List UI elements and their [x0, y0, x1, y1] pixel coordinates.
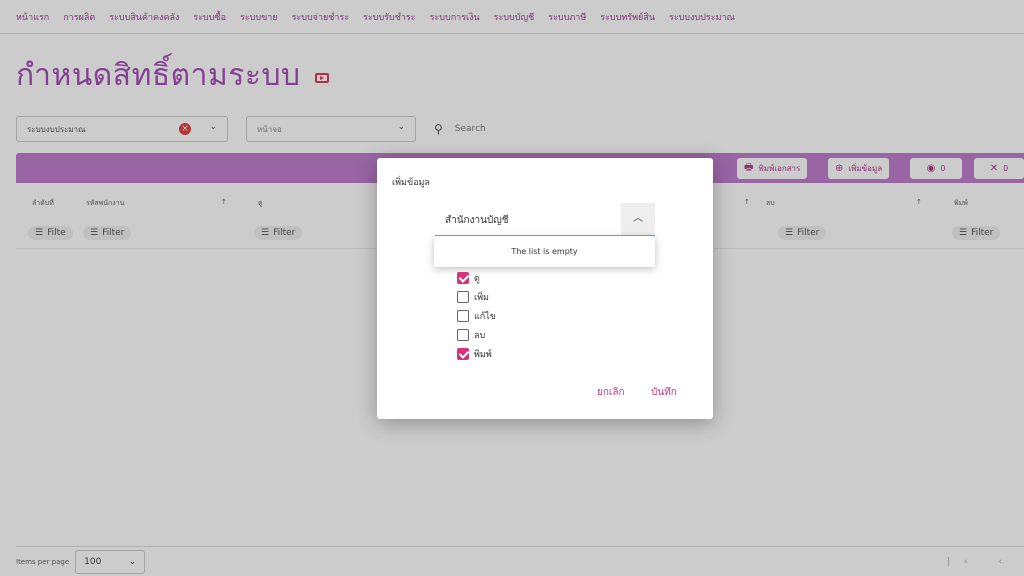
checkbox-label: พิมพ์ — [474, 349, 492, 360]
checkbox-checked-icon[interactable] — [457, 347, 469, 360]
checkbox-delete[interactable]: ลบ — [457, 325, 496, 344]
permission-checkboxes: ดู เพิ่ม แก้ไข ลบ พิมพ์ — [457, 268, 496, 363]
checkbox-label: ลบ — [474, 330, 486, 341]
combobox-input[interactable]: สำนักงานบัญชี — [445, 213, 509, 228]
chevron-up-icon[interactable]: ︿ — [621, 203, 655, 235]
checkbox-unchecked-icon[interactable] — [457, 309, 469, 322]
checkbox-unchecked-icon[interactable] — [457, 328, 469, 341]
checkbox-checked-icon[interactable] — [457, 271, 469, 284]
checkbox-add[interactable]: เพิ่ม — [457, 287, 496, 306]
cancel-button[interactable]: ยกเลิก — [597, 385, 625, 400]
department-combobox[interactable]: สำนักงานบัญชี ︿ — [435, 203, 655, 237]
add-dialog: เพิ่มข้อมูล สำนักงานบัญชี ︿ The list is … — [377, 158, 713, 419]
checkbox-print[interactable]: พิมพ์ — [457, 344, 496, 363]
dropdown-empty-message: The list is empty — [434, 236, 655, 267]
checkbox-label: ดู — [474, 273, 480, 284]
checkbox-label: แก้ไข — [474, 311, 496, 322]
checkbox-unchecked-icon[interactable] — [457, 290, 469, 303]
dialog-title: เพิ่มข้อมูล — [392, 178, 430, 188]
checkbox-edit[interactable]: แก้ไข — [457, 306, 496, 325]
checkbox-view[interactable]: ดู — [457, 268, 496, 287]
save-button[interactable]: บันทึก — [651, 385, 677, 400]
checkbox-label: เพิ่ม — [474, 292, 489, 303]
